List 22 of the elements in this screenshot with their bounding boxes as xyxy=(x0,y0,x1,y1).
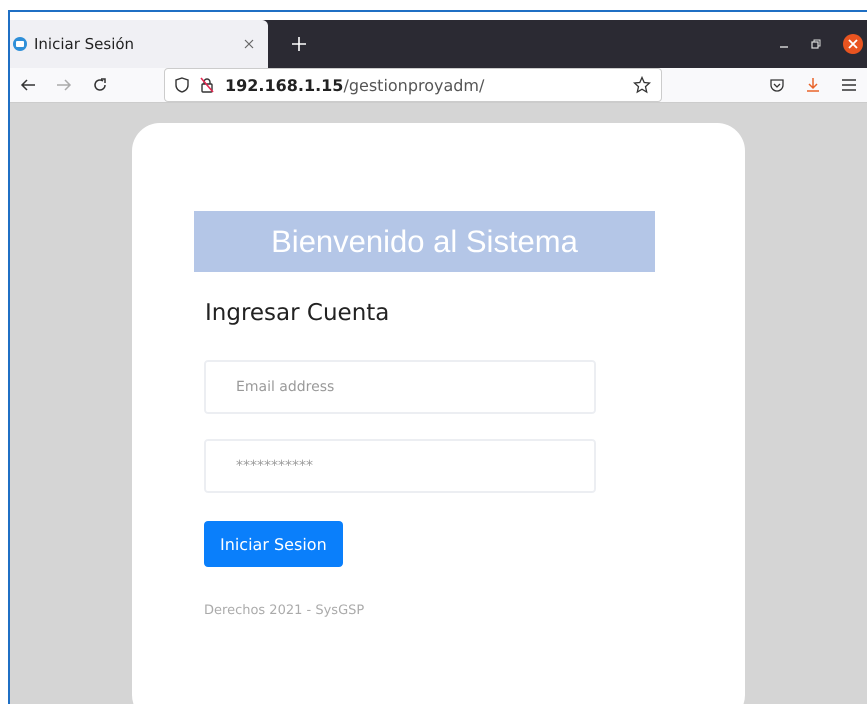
restore-icon[interactable] xyxy=(811,39,821,49)
star-icon[interactable] xyxy=(633,76,651,94)
footer-text: Derechos 2021 - SysGSP xyxy=(204,603,364,618)
new-tab-icon[interactable] xyxy=(292,37,306,51)
url-path: /gestionproyadm/ xyxy=(343,76,484,94)
url-host: 192.168.1.15 xyxy=(225,76,344,94)
page-icon xyxy=(12,36,28,52)
shield-icon xyxy=(175,77,189,93)
address-bar[interactable]: 192.168.1.15/gestionproyadm/ xyxy=(164,68,662,102)
welcome-banner: Bienvenido al Sistema xyxy=(194,211,655,272)
login-button[interactable]: Iniciar Sesion xyxy=(204,521,343,567)
input-field[interactable]: Email address xyxy=(204,360,596,414)
reload-icon[interactable] xyxy=(92,77,108,93)
login-heading: Ingresar Cuenta xyxy=(205,300,390,326)
close-icon[interactable] xyxy=(843,34,863,54)
menu-icon[interactable] xyxy=(841,78,857,92)
input-field[interactable]: *********** xyxy=(204,439,596,493)
insecure-lock-icon xyxy=(199,77,215,93)
download-icon[interactable] xyxy=(805,77,821,93)
browser-tab[interactable]: Iniciar Sesión xyxy=(10,20,268,68)
back-icon[interactable] xyxy=(20,78,36,92)
pocket-icon[interactable] xyxy=(769,77,785,93)
